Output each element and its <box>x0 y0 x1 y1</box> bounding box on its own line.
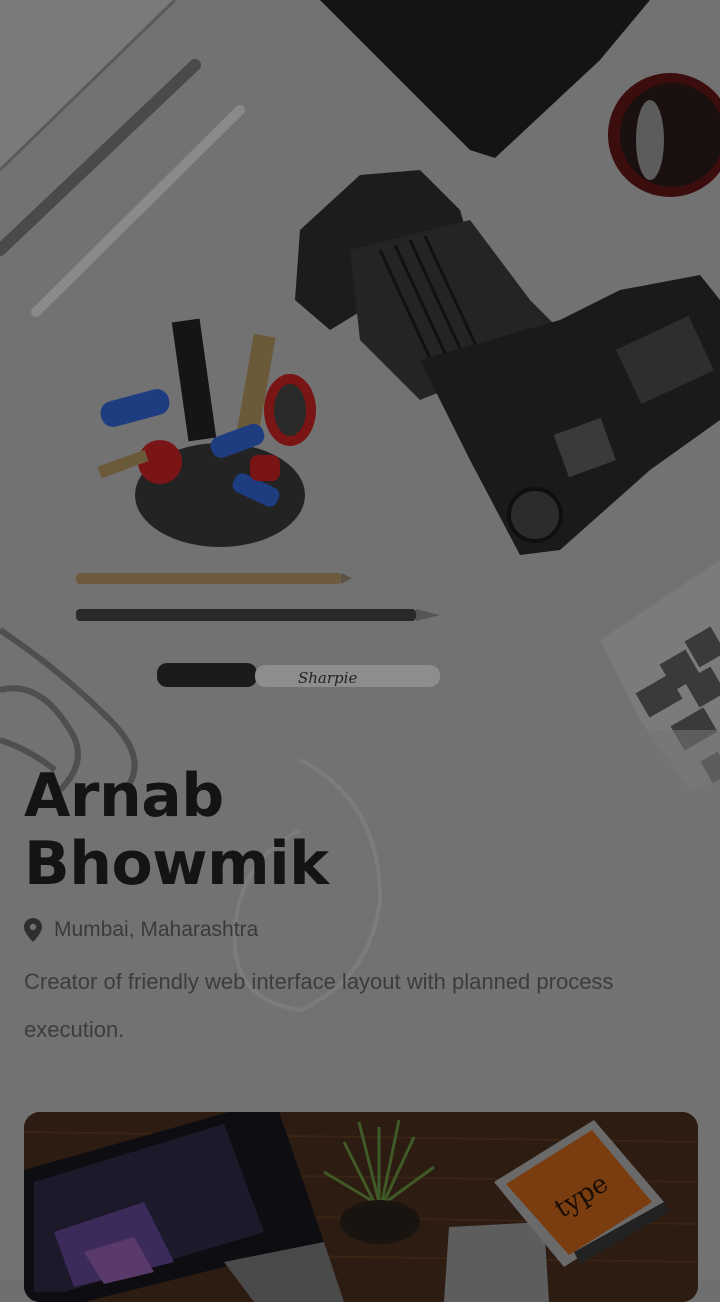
cover-photo: Sharpie <box>0 0 720 1280</box>
last-name: Bhowmik <box>24 829 329 899</box>
first-name: Arnab <box>24 761 224 831</box>
location-row: Mumbai, Maharashtra <box>24 918 258 942</box>
marker: Sharpie <box>157 663 440 687</box>
portfolio-image: type <box>24 1112 698 1302</box>
svg-text:Sharpie: Sharpie <box>298 669 357 687</box>
portfolio-card[interactable]: type <box>24 1112 698 1302</box>
location-text: Mumbai, Maharashtra <box>54 918 259 941</box>
profile-bio: Creator of friendly web interface layout… <box>24 969 614 1042</box>
map-pin-icon <box>24 918 42 942</box>
profile-name: Arnab Bhowmik <box>24 762 664 898</box>
